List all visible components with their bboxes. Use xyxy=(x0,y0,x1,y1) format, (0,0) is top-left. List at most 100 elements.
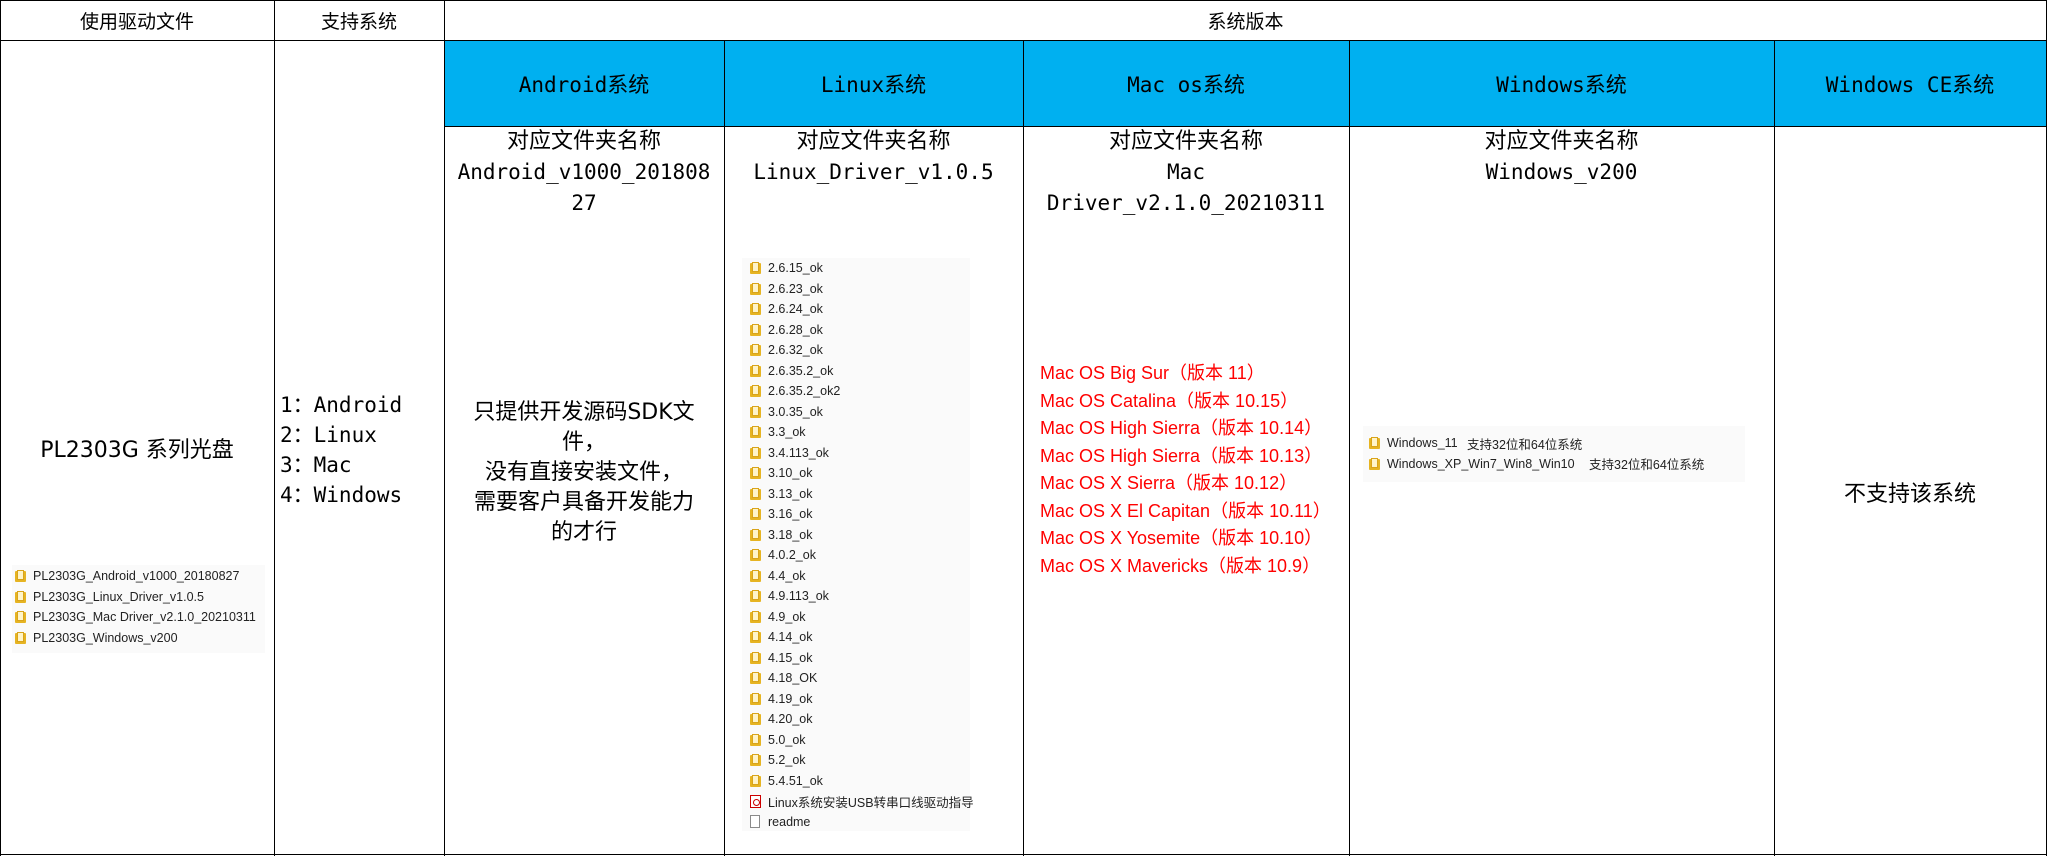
folder-icon xyxy=(15,631,26,644)
folder-icon xyxy=(750,672,761,685)
folder-icon xyxy=(750,323,761,336)
mac-version: Mac OS Big Sur（版本 11） xyxy=(1040,363,1265,383)
list-item[interactable]: 2.6.28_ok xyxy=(750,320,970,341)
list-item[interactable]: 4.18_OK xyxy=(750,668,970,689)
list-item[interactable]: 5.0_ok xyxy=(750,730,970,751)
pdf-icon xyxy=(750,794,761,808)
list-item[interactable]: 4.9.113_ok xyxy=(750,586,970,607)
mac-version: Mac OS High Sierra（版本 10.13） xyxy=(1040,445,1323,466)
folder-icon xyxy=(750,405,761,418)
grid-line-col6 xyxy=(1774,41,1775,856)
list-item[interactable]: 3.3_ok xyxy=(750,422,970,443)
list-item[interactable]: 3.0.35_ok xyxy=(750,402,970,423)
list-item[interactable]: 5.2_ok xyxy=(750,750,970,771)
list-item[interactable]: PL2303G_Android_v1000_20180827 xyxy=(15,566,265,587)
list-item[interactable]: 4.0.2_ok xyxy=(750,545,970,566)
os-header-linux: Linux系统 xyxy=(820,72,927,97)
list-item[interactable]: 4.14_ok xyxy=(750,627,970,648)
linux-folder-title: 对应文件夹名称 Linux_Driver_v1.0.5 xyxy=(753,129,994,184)
folder-icon xyxy=(750,651,761,664)
windows-folder-list: Windows_11 支持32位和64位系统 Windows_XP_Win7_Wi… xyxy=(1363,426,1745,482)
supported-item: 3：Mac xyxy=(280,453,352,477)
folder-icon xyxy=(750,610,761,623)
list-item[interactable]: 2.6.24_ok xyxy=(750,299,970,320)
mac-version: Mac OS Catalina（版本 10.15） xyxy=(1040,390,1299,411)
list-item[interactable]: 3.13_ok xyxy=(750,484,970,505)
supported-item: 2：Linux xyxy=(280,423,377,447)
folder-icon xyxy=(750,487,761,500)
folder-icon xyxy=(750,569,761,582)
list-item[interactable]: 3.16_ok xyxy=(750,504,970,525)
list-item[interactable]: 4.4_ok xyxy=(750,566,970,587)
list-item[interactable]: PL2303G_Mac Driver_v2.1.0_20210311 xyxy=(15,607,265,628)
list-item[interactable]: 2.6.35.2_ok2 xyxy=(750,381,970,402)
list-item[interactable]: 4.9_ok xyxy=(750,607,970,628)
header-system-version: 系统版本 xyxy=(1207,10,1284,33)
header-driver-file: 使用驱动文件 xyxy=(79,10,194,33)
folder-icon xyxy=(750,385,761,398)
folder-icon xyxy=(750,282,761,295)
mac-version: Mac OS X Yosemite（版本 10.10） xyxy=(1040,528,1323,548)
mac-version-list: Mac OS Big Sur（版本 11） Mac OS Catalina（版本… xyxy=(1040,360,1331,580)
mac-folder-title: 对应文件夹名称 Mac Driver_v2.1.0_20210311 xyxy=(1046,129,1326,215)
folder-icon xyxy=(750,692,761,705)
os-header-windows: Windows系统 xyxy=(1496,72,1627,97)
folder-icon xyxy=(750,631,761,644)
list-item[interactable]: 4.20_ok xyxy=(750,709,970,730)
list-item[interactable]: 5.4.51_ok xyxy=(750,771,970,792)
list-item[interactable]: Linux系统安装USB转串口线驱动指导 xyxy=(750,791,974,812)
text-file-icon xyxy=(750,815,760,829)
list-item[interactable]: 2.6.32_ok xyxy=(750,340,970,361)
supported-list: 1：Android 2：Linux 3：Mac 4：Windows xyxy=(280,390,402,510)
folder-icon xyxy=(15,570,26,583)
folder-icon xyxy=(750,508,761,521)
blue-divider-1 xyxy=(724,41,725,126)
mac-version: Mac OS X El Capitan（版本 10.11） xyxy=(1040,500,1331,521)
folder-icon xyxy=(750,303,761,316)
supported-item: 4：Windows xyxy=(280,483,403,507)
driver-folder-list: PL2303G_Android_v1000_20180827 PL2303G_L… xyxy=(12,565,265,653)
android-folder-title: 对应文件夹名称 Android_v1000_201808 27 xyxy=(457,129,711,215)
list-item[interactable]: 2.6.23_ok xyxy=(750,279,970,300)
os-header-wince: Windows CE系统 xyxy=(1825,72,1995,97)
folder-icon xyxy=(1369,457,1380,470)
folder-icon xyxy=(750,262,761,275)
folder-icon xyxy=(750,446,761,459)
windows-folder-title: 对应文件夹名称 Windows_v200 xyxy=(1484,129,1639,184)
list-item[interactable]: 3.18_ok xyxy=(750,525,970,546)
folder-icon xyxy=(750,364,761,377)
folder-icon xyxy=(750,467,761,480)
folder-icon xyxy=(15,611,26,624)
folder-icon xyxy=(1369,437,1380,450)
list-item[interactable]: 4.19_ok xyxy=(750,689,970,710)
blue-divider-4 xyxy=(1774,41,1775,126)
list-item[interactable]: 2.6.15_ok xyxy=(750,258,970,279)
list-item[interactable]: 4.15_ok xyxy=(750,648,970,669)
list-item[interactable]: 2.6.35.2_ok xyxy=(750,361,970,382)
list-item[interactable]: 3.4.113_ok xyxy=(750,443,970,464)
linux-folder-list: 2.6.15_ok 2.6.23_ok 2.6.24_ok 2.6.28_ok 2.6.… xyxy=(742,258,974,833)
list-item[interactable]: PL2303G_Linux_Driver_v1.0.5 xyxy=(15,587,265,608)
list-item[interactable]: 3.10_ok xyxy=(750,463,970,484)
list-item[interactable]: PL2303G_Windows_v200 xyxy=(15,628,265,649)
folder-icon xyxy=(750,754,761,767)
os-header-mac: Mac os系统 xyxy=(1127,72,1245,97)
mac-version: Mac OS X Mavericks（版本 10.9） xyxy=(1040,555,1321,576)
os-header-android: Android系统 xyxy=(518,72,650,97)
folder-icon xyxy=(750,528,761,541)
mac-version: Mac OS High Sierra（版本 10.14） xyxy=(1040,418,1323,438)
folder-icon xyxy=(750,590,761,603)
folder-icon xyxy=(750,549,761,562)
list-item[interactable]: Windows_XP_Win7_Win8_Win10 支持32位和64位系统 xyxy=(1369,454,1745,475)
grid-line-col0 xyxy=(0,0,1,856)
header-supported-systems: 支持系统 xyxy=(320,10,397,33)
list-item[interactable]: readme xyxy=(750,812,970,833)
blue-divider-3 xyxy=(1349,41,1350,126)
mac-version: Mac OS X Sierra（版本 10.12） xyxy=(1040,473,1298,493)
list-item[interactable]: Windows_11 支持32位和64位系统 xyxy=(1369,433,1745,454)
folder-icon xyxy=(750,713,761,726)
supported-item: 1：Android xyxy=(280,393,403,417)
folder-icon xyxy=(750,733,761,746)
driver-title: PL2303G 系列光盘 xyxy=(40,438,234,463)
wince-note: 不支持该系统 xyxy=(1843,482,1976,507)
